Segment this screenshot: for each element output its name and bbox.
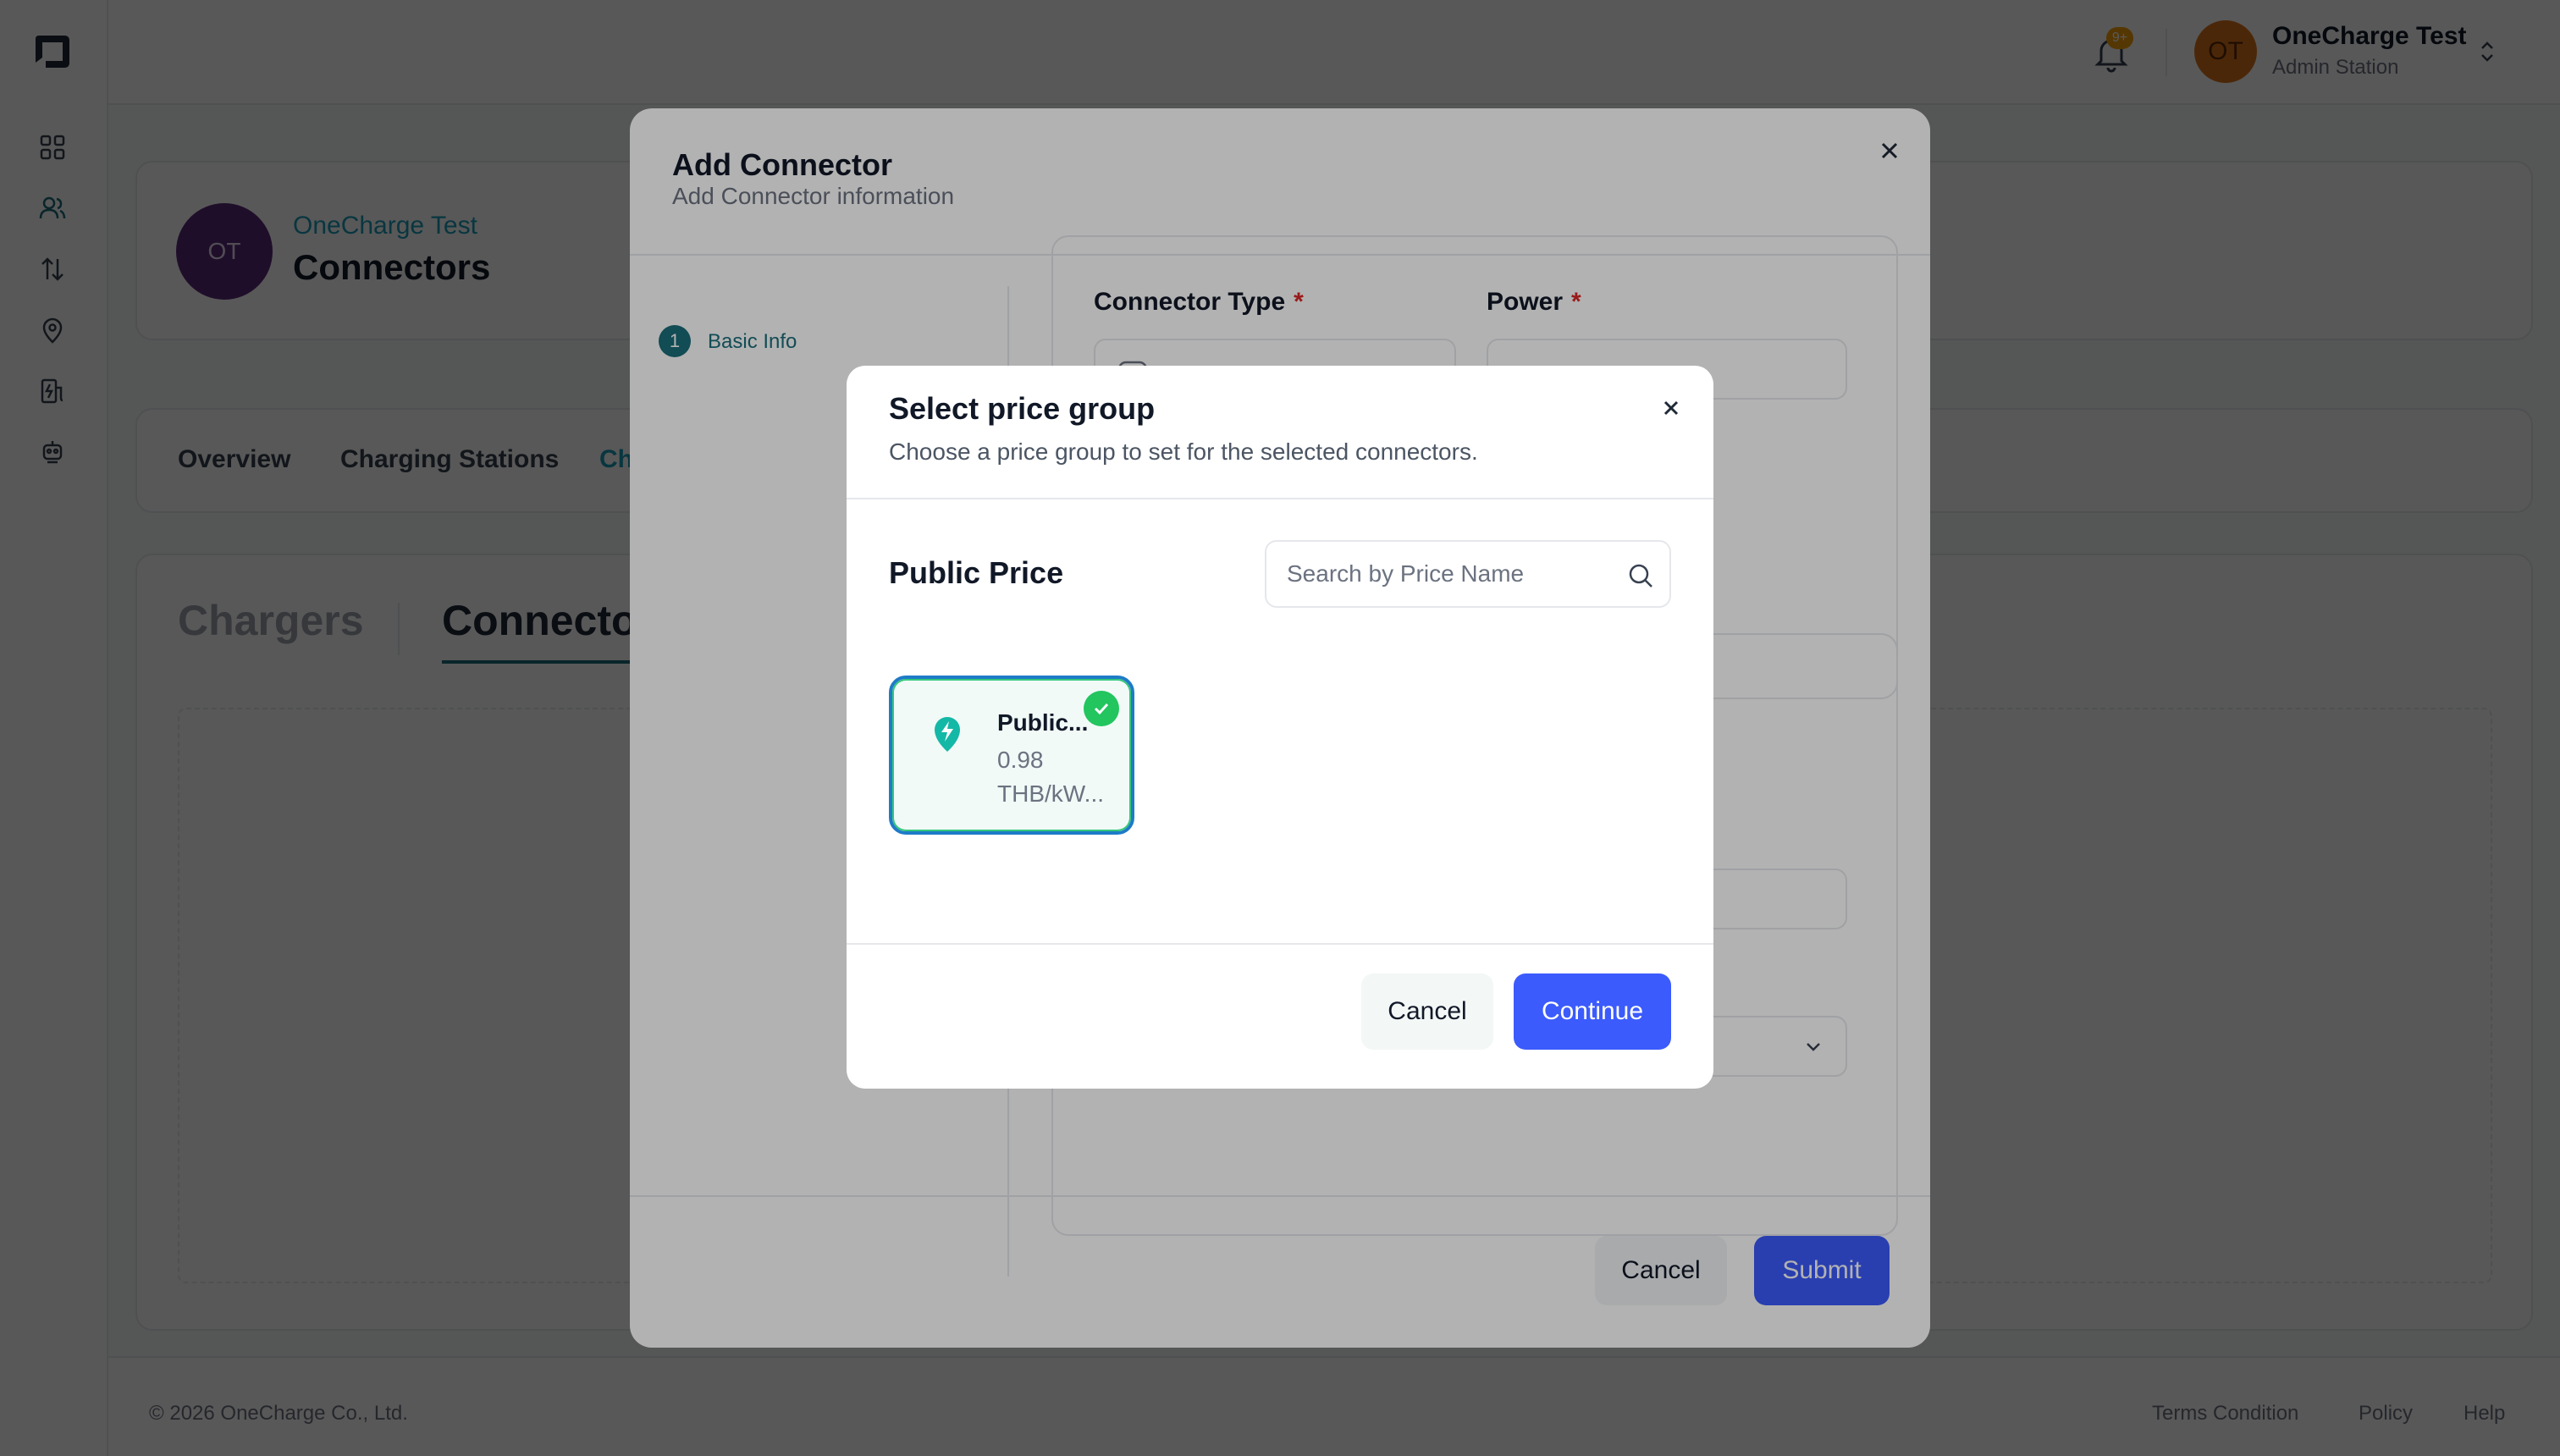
price-group-title: Public Price	[889, 555, 1064, 590]
modal-header-divider	[847, 498, 1713, 499]
select-price-group-modal: Select price group Choose a price group …	[847, 366, 1713, 1089]
price-option-rate: 0.98 THB/kW...	[997, 747, 1104, 807]
price-search-field[interactable]	[1265, 540, 1671, 608]
modal-title: Select price group	[889, 391, 1156, 426]
price-option-card[interactable]: Public... 0.98 THB/kW...	[889, 676, 1134, 835]
modal-footer-divider	[847, 943, 1713, 945]
modal-subtitle: Choose a price group to set for the sele…	[889, 438, 1478, 465]
charging-pin-icon	[935, 717, 960, 752]
selected-check-icon	[1084, 691, 1119, 726]
price-search-input[interactable]	[1287, 554, 1608, 594]
search-icon[interactable]	[1625, 560, 1656, 591]
close-icon[interactable]	[1658, 394, 1685, 422]
continue-button[interactable]: Continue	[1514, 973, 1671, 1050]
cancel-button[interactable]: Cancel	[1361, 973, 1493, 1050]
